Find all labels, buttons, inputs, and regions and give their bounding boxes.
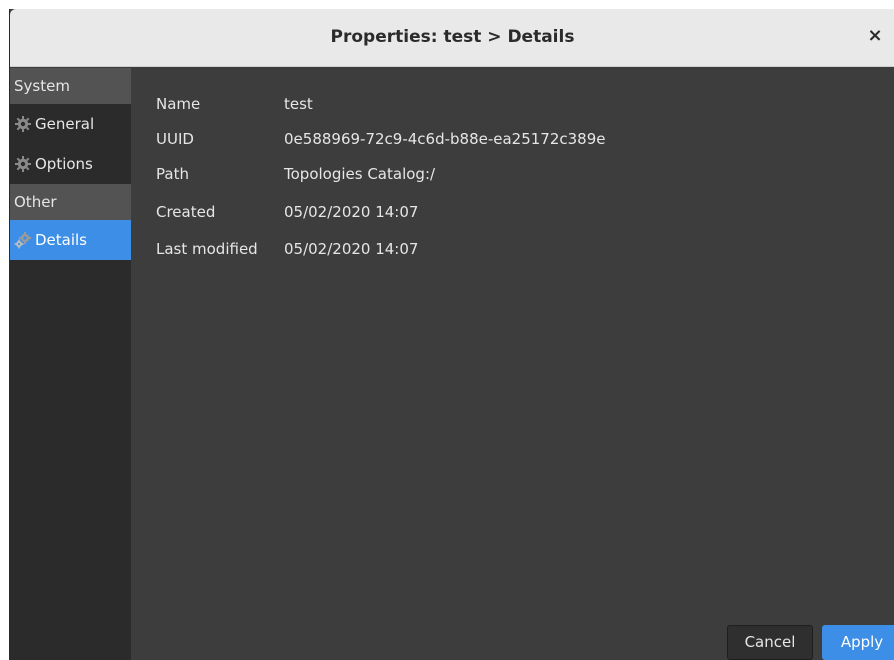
sidebar-item-label: Options [35,155,93,173]
detail-label: Last modified [156,240,258,258]
gear-icon [15,156,31,172]
detail-value: test [284,95,313,113]
detail-value: 05/02/2020 14:07 [284,240,419,258]
cancel-button[interactable]: Cancel [727,625,813,660]
sidebar-item-options[interactable]: Options [10,144,131,184]
sidebar: System General Options Other Details [10,68,131,660]
sidebar-section-other: Other [10,184,131,220]
gears-detail-icon [14,232,31,249]
detail-label: Created [156,203,216,221]
detail-label: Path [156,165,189,183]
sidebar-item-general[interactable]: General [10,104,131,144]
sidebar-item-label: General [35,115,95,133]
apply-button[interactable]: Apply [822,625,894,660]
detail-value: 0e588969-72c9-4c6d-b88e-ea25172c389e [284,130,606,148]
detail-value: 05/02/2020 14:07 [284,203,419,221]
gear-icon [15,116,31,132]
sidebar-item-details[interactable]: Details [10,220,131,260]
details-panel: Name test UUID 0e588969-72c9-4c6d-b88e-e… [132,68,894,660]
properties-dialog: Properties: test > Details × System Gene… [9,9,894,660]
detail-label: Name [156,95,201,113]
close-icon[interactable]: × [865,26,885,46]
dialog-title: Properties: test > Details [330,27,575,47]
sidebar-item-label: Details [35,231,88,249]
detail-label: UUID [156,130,194,148]
detail-value: Topologies Catalog:/ [284,165,436,183]
title-bar[interactable]: Properties: test > Details × [10,9,894,67]
sidebar-section-system: System [10,68,131,104]
